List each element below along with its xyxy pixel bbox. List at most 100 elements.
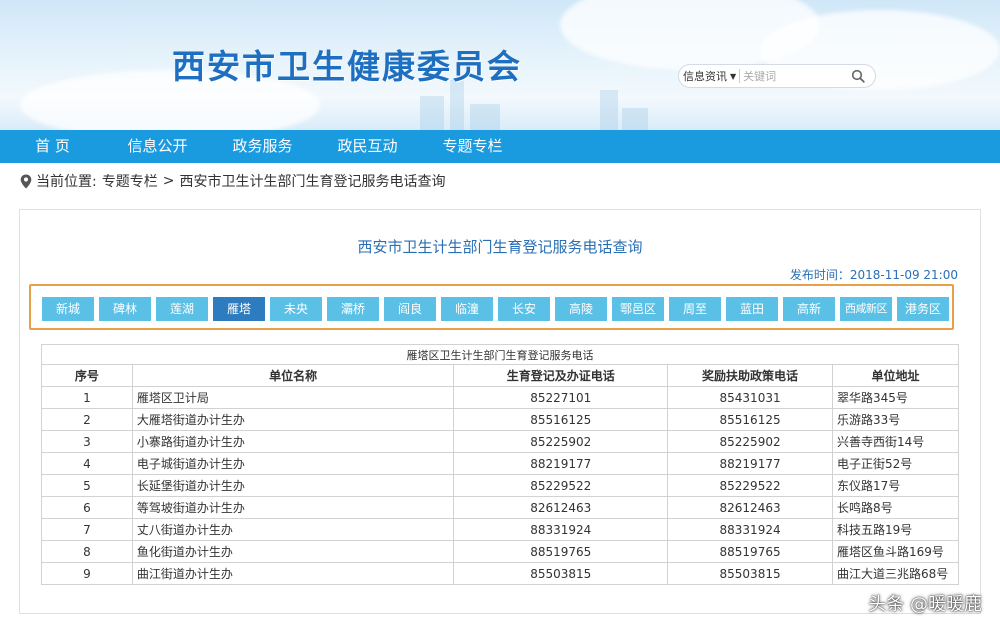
row-index: 1 bbox=[41, 386, 133, 409]
watermark: 头条 @暖暖鹿 bbox=[868, 594, 982, 615]
district-tab-xixian[interactable]: 西咸新区 bbox=[840, 297, 892, 321]
unit-address: 科技五路19号 bbox=[831, 518, 960, 541]
breadcrumb-separator: > bbox=[162, 173, 175, 189]
row-index: 3 bbox=[41, 430, 133, 453]
district-tab-huyi[interactable]: 鄠邑区 bbox=[612, 297, 664, 321]
nav-item-topics[interactable]: 专题专栏 bbox=[420, 130, 525, 163]
table-caption: 雁塔区卫生计生部门生育登记服务电话 bbox=[41, 344, 959, 365]
unit-address: 曲江大道三兆路68号 bbox=[831, 562, 960, 585]
row-index: 4 bbox=[41, 452, 133, 475]
unit-name: 雁塔区卫计局 bbox=[131, 386, 455, 409]
main-nav: 首 页 信息公开 政务服务 政民互动 专题专栏 bbox=[0, 130, 1000, 163]
skyline-decoration bbox=[420, 96, 444, 130]
district-tab-lintong[interactable]: 临潼 bbox=[441, 297, 493, 321]
district-tab-gaoling[interactable]: 高陵 bbox=[555, 297, 607, 321]
district-tab-gaoxin[interactable]: 高新 bbox=[783, 297, 835, 321]
breadcrumb-current[interactable]: 西安市卫生计生部门生育登记服务电话查询 bbox=[179, 171, 445, 191]
unit-name: 电子城街道办计生办 bbox=[131, 452, 455, 475]
table-row: 2 大雁塔街道办计生办 85516125 85516125 乐游路33号 bbox=[41, 408, 960, 431]
unit-name: 曲江街道办计生办 bbox=[131, 562, 455, 585]
row-index: 5 bbox=[41, 474, 133, 497]
district-tab-yanliang[interactable]: 阎良 bbox=[384, 297, 436, 321]
search-box: 信息资讯 ▼ bbox=[678, 64, 876, 88]
registration-phone: 85229522 bbox=[453, 474, 669, 497]
district-tab-xincheng[interactable]: 新城 bbox=[42, 297, 94, 321]
location-pin-icon bbox=[20, 174, 32, 188]
table-row: 5 长延堡街道办计生办 85229522 85229522 东仪路17号 bbox=[41, 474, 960, 497]
column-header-address: 单位地址 bbox=[831, 364, 960, 387]
table-row: 3 小寨路街道办计生办 85225902 85225902 兴善寺西街14号 bbox=[41, 430, 960, 453]
registration-phone: 85227101 bbox=[453, 386, 669, 409]
district-tab-lantian[interactable]: 蓝田 bbox=[726, 297, 778, 321]
policy-phone: 85225902 bbox=[667, 430, 833, 453]
unit-address: 翠华路345号 bbox=[831, 386, 960, 409]
policy-phone: 82612463 bbox=[667, 496, 833, 519]
table-row: 8 鱼化街道办计生办 88519765 88519765 雁塔区鱼斗路169号 bbox=[41, 540, 960, 563]
phone-table: 雁塔区卫生计生部门生育登记服务电话 序号 单位名称 生育登记及办证电话 奖励扶助… bbox=[41, 344, 960, 585]
nav-item-home[interactable]: 首 页 bbox=[0, 130, 105, 163]
unit-name: 小寨路街道办计生办 bbox=[131, 430, 455, 453]
district-tab-lianhu[interactable]: 莲湖 bbox=[156, 297, 208, 321]
column-header-unit: 单位名称 bbox=[131, 364, 455, 387]
column-header-policy-phone: 奖励扶助政策电话 bbox=[667, 364, 833, 387]
registration-phone: 85516125 bbox=[453, 408, 669, 431]
search-icon[interactable] bbox=[851, 69, 865, 83]
unit-address: 东仪路17号 bbox=[831, 474, 960, 497]
breadcrumb-link-topics[interactable]: 专题专栏 bbox=[102, 171, 158, 191]
policy-phone: 88519765 bbox=[667, 540, 833, 563]
page-title: 西安市卫生计生部门生育登记服务电话查询 bbox=[357, 238, 643, 256]
registration-phone: 85225902 bbox=[453, 430, 669, 453]
skyline-decoration bbox=[600, 90, 618, 130]
district-tabs: 新城 碑林 莲湖 雁塔 未央 灞桥 阎良 临潼 长安 高陵 鄠邑区 周至 蓝田 … bbox=[29, 284, 954, 330]
caret-down-icon: ▼ bbox=[730, 71, 737, 81]
table-row: 1 雁塔区卫计局 85227101 85431031 翠华路345号 bbox=[41, 386, 960, 409]
registration-phone: 88219177 bbox=[453, 452, 669, 475]
column-header-index: 序号 bbox=[41, 364, 133, 387]
district-tab-changan[interactable]: 长安 bbox=[498, 297, 550, 321]
table-row: 4 电子城街道办计生办 88219177 88219177 电子正街52号 bbox=[41, 452, 960, 475]
search-divider bbox=[739, 69, 741, 83]
district-tab-weiyang[interactable]: 未央 bbox=[270, 297, 322, 321]
district-tab-beilin[interactable]: 碑林 bbox=[99, 297, 151, 321]
search-category-select[interactable]: 信息资讯 ▼ bbox=[679, 68, 736, 84]
unit-address: 电子正街52号 bbox=[831, 452, 960, 475]
row-index: 7 bbox=[41, 518, 133, 541]
skyline-decoration bbox=[622, 108, 648, 130]
content-panel: 西安市卫生计生部门生育登记服务电话查询 发布时间：2018-11-09 21:0… bbox=[19, 209, 981, 614]
row-index: 6 bbox=[41, 496, 133, 519]
nav-item-interaction[interactable]: 政民互动 bbox=[315, 130, 420, 163]
table-row: 9 曲江街道办计生办 85503815 85503815 曲江大道三兆路68号 bbox=[41, 562, 960, 585]
unit-address: 长鸣路8号 bbox=[831, 496, 960, 519]
policy-phone: 85229522 bbox=[667, 474, 833, 497]
district-tab-gangwu[interactable]: 港务区 bbox=[897, 297, 949, 321]
nav-item-services[interactable]: 政务服务 bbox=[210, 130, 315, 163]
policy-phone: 85431031 bbox=[667, 386, 833, 409]
site-title[interactable]: 西安市卫生健康委员会 bbox=[172, 40, 522, 88]
unit-address: 雁塔区鱼斗路169号 bbox=[831, 540, 960, 563]
table-row: 7 丈八街道办计生办 88331924 88331924 科技五路19号 bbox=[41, 518, 960, 541]
nav-item-info-disclosure[interactable]: 信息公开 bbox=[105, 130, 210, 163]
row-index: 2 bbox=[41, 408, 133, 431]
search-category-label: 信息资讯 bbox=[683, 70, 727, 83]
table-caption-row: 雁塔区卫生计生部门生育登记服务电话 bbox=[41, 344, 959, 365]
policy-phone: 88219177 bbox=[667, 452, 833, 475]
district-tab-zhouzhi[interactable]: 周至 bbox=[669, 297, 721, 321]
publish-time: 发布时间：2018-11-09 21:00 bbox=[789, 268, 958, 282]
column-header-registration-phone: 生育登记及办证电话 bbox=[453, 364, 669, 387]
table-header-row: 序号 单位名称 生育登记及办证电话 奖励扶助政策电话 单位地址 bbox=[41, 364, 960, 387]
policy-phone: 85503815 bbox=[667, 562, 833, 585]
unit-address: 兴善寺西街14号 bbox=[831, 430, 960, 453]
unit-name: 大雁塔街道办计生办 bbox=[131, 408, 455, 431]
table-row: 6 等驾坡街道办计生办 82612463 82612463 长鸣路8号 bbox=[41, 496, 960, 519]
header-banner: 西安市卫生健康委员会 信息资讯 ▼ bbox=[0, 0, 1000, 130]
search-input[interactable] bbox=[743, 69, 848, 83]
unit-name: 鱼化街道办计生办 bbox=[131, 540, 455, 563]
skyline-decoration bbox=[470, 104, 500, 130]
district-tab-baqiao[interactable]: 灞桥 bbox=[327, 297, 379, 321]
district-tab-yanta[interactable]: 雁塔 bbox=[213, 297, 265, 321]
registration-phone: 85503815 bbox=[453, 562, 669, 585]
breadcrumb: 当前位置: 专题专栏 > 西安市卫生计生部门生育登记服务电话查询 bbox=[20, 171, 445, 191]
row-index: 8 bbox=[41, 540, 133, 563]
unit-name: 丈八街道办计生办 bbox=[131, 518, 455, 541]
row-index: 9 bbox=[41, 562, 133, 585]
